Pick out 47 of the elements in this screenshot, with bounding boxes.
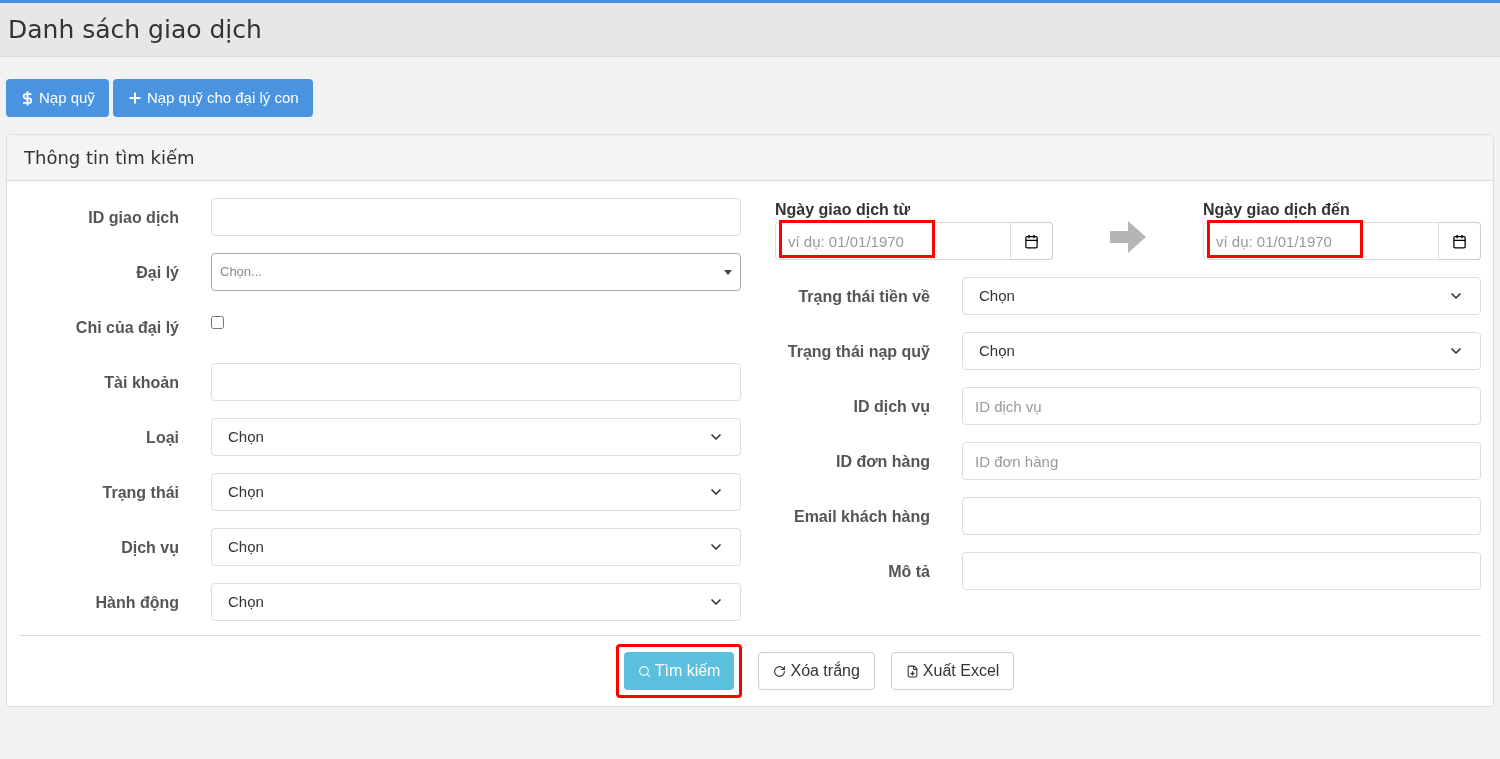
field-label: Ngày giao dịch từ [775,200,912,220]
page-title: Danh sách giao dịch [8,13,262,46]
text-field[interactable] [962,552,1481,590]
calendar-button[interactable] [1439,222,1481,260]
field-label: Trạng thái [101,483,179,503]
field-label: Trạng thái tiền về [797,287,930,307]
action-button[interactable]: Xuất Excel [890,652,1015,690]
select-field[interactable]: Chọn [962,332,1481,370]
checkbox[interactable] [211,316,224,329]
field-label: Trạng thái nạp quỹ [786,342,930,362]
text-field[interactable] [211,198,741,236]
select-field[interactable]: Chọn [211,473,741,511]
search-icon [637,664,651,678]
text-field[interactable] [962,497,1481,535]
select-field[interactable]: Chọn [211,583,741,621]
field-label: Loại [145,428,179,448]
action-button[interactable]: Xóa trắng [758,652,875,690]
right-arrow-icon [1110,221,1146,253]
panel-title: Thông tin tìm kiếm [24,146,195,170]
dollar-icon [20,90,35,106]
caret-icon [724,269,732,275]
text-field[interactable]: ID đơn hàng [962,442,1481,480]
download-icon [905,664,919,678]
field-label: Hành động [94,593,179,613]
field-label: Tài khoản [103,373,179,393]
field-label: Đại lý [135,263,179,283]
select-field[interactable]: Chọn [211,418,741,456]
field-label: ID giao dịch [87,208,179,228]
plus-icon [126,90,143,106]
select-field[interactable]: Chọn [962,277,1481,315]
text-field[interactable] [211,363,741,401]
field-label: Mô tả [887,562,930,582]
select-field[interactable]: Chọn [211,528,741,566]
field-label: ID dịch vụ [852,397,930,417]
field-label: Dịch vụ [120,538,179,558]
text-field[interactable]: ID dịch vụ [962,387,1481,425]
date-field[interactable]: ví dụ: 01/01/1970 [1203,222,1439,260]
agent-dropdown[interactable]: Chọn... [211,253,741,291]
field-label: Ngày giao dịch đến [1203,200,1351,220]
calendar-icon [1452,233,1467,249]
refresh-icon [773,664,787,678]
date-field[interactable]: ví dụ: 01/01/1970 [775,222,1011,260]
calendar-icon [1024,233,1039,249]
field-label: Email khách hàng [792,507,930,527]
calendar-button[interactable] [1011,222,1053,260]
field-label: Chỉ của đại lý [74,318,179,338]
field-label: ID đơn hàng [834,452,930,472]
